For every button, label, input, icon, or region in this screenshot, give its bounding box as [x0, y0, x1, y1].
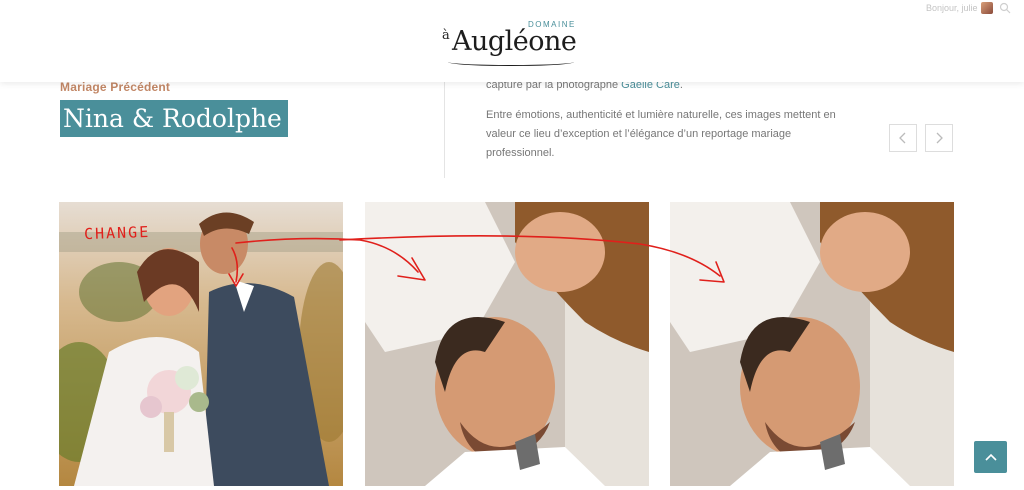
previous-button[interactable] — [889, 124, 917, 152]
scroll-to-top-button[interactable] — [974, 441, 1007, 473]
chevron-up-icon — [984, 453, 997, 461]
couple-name-title[interactable]: Nina & Rodolphe — [60, 100, 288, 137]
chevron-right-icon — [936, 132, 943, 144]
annotation-change-text: CHANGE — [83, 222, 151, 244]
intro-description: capture par la photographe Gaelle Care. … — [486, 76, 846, 174]
previous-wedding: Mariage Précédent Nina & Rodolphe — [60, 80, 420, 137]
logo-prefix: à — [442, 28, 450, 43]
couple-closeup-photo-duplicate[interactable] — [670, 202, 954, 486]
site-logo[interactable]: à DOMAINE Augléone — [440, 14, 577, 68]
user-area[interactable]: Bonjour, julie — [926, 0, 1024, 16]
previous-wedding-label[interactable]: Mariage Précédent — [60, 80, 420, 94]
user-avatar[interactable] — [980, 2, 993, 14]
couple-field-photo[interactable] — [59, 202, 343, 486]
logo-name: Augléone — [452, 26, 577, 57]
logo-swash — [448, 58, 574, 66]
section-divider — [444, 82, 445, 178]
couple-closeup-photo[interactable] — [365, 202, 649, 486]
next-button[interactable] — [925, 124, 953, 152]
intro-paragraph-2: Entre émotions, authenticité et lumière … — [486, 109, 836, 159]
chevron-left-icon — [899, 132, 906, 144]
user-greeting[interactable]: Bonjour, julie — [926, 3, 978, 13]
search-icon[interactable] — [999, 2, 1011, 14]
site-header: à DOMAINE Augléone Bonjour, julie — [0, 0, 1024, 82]
